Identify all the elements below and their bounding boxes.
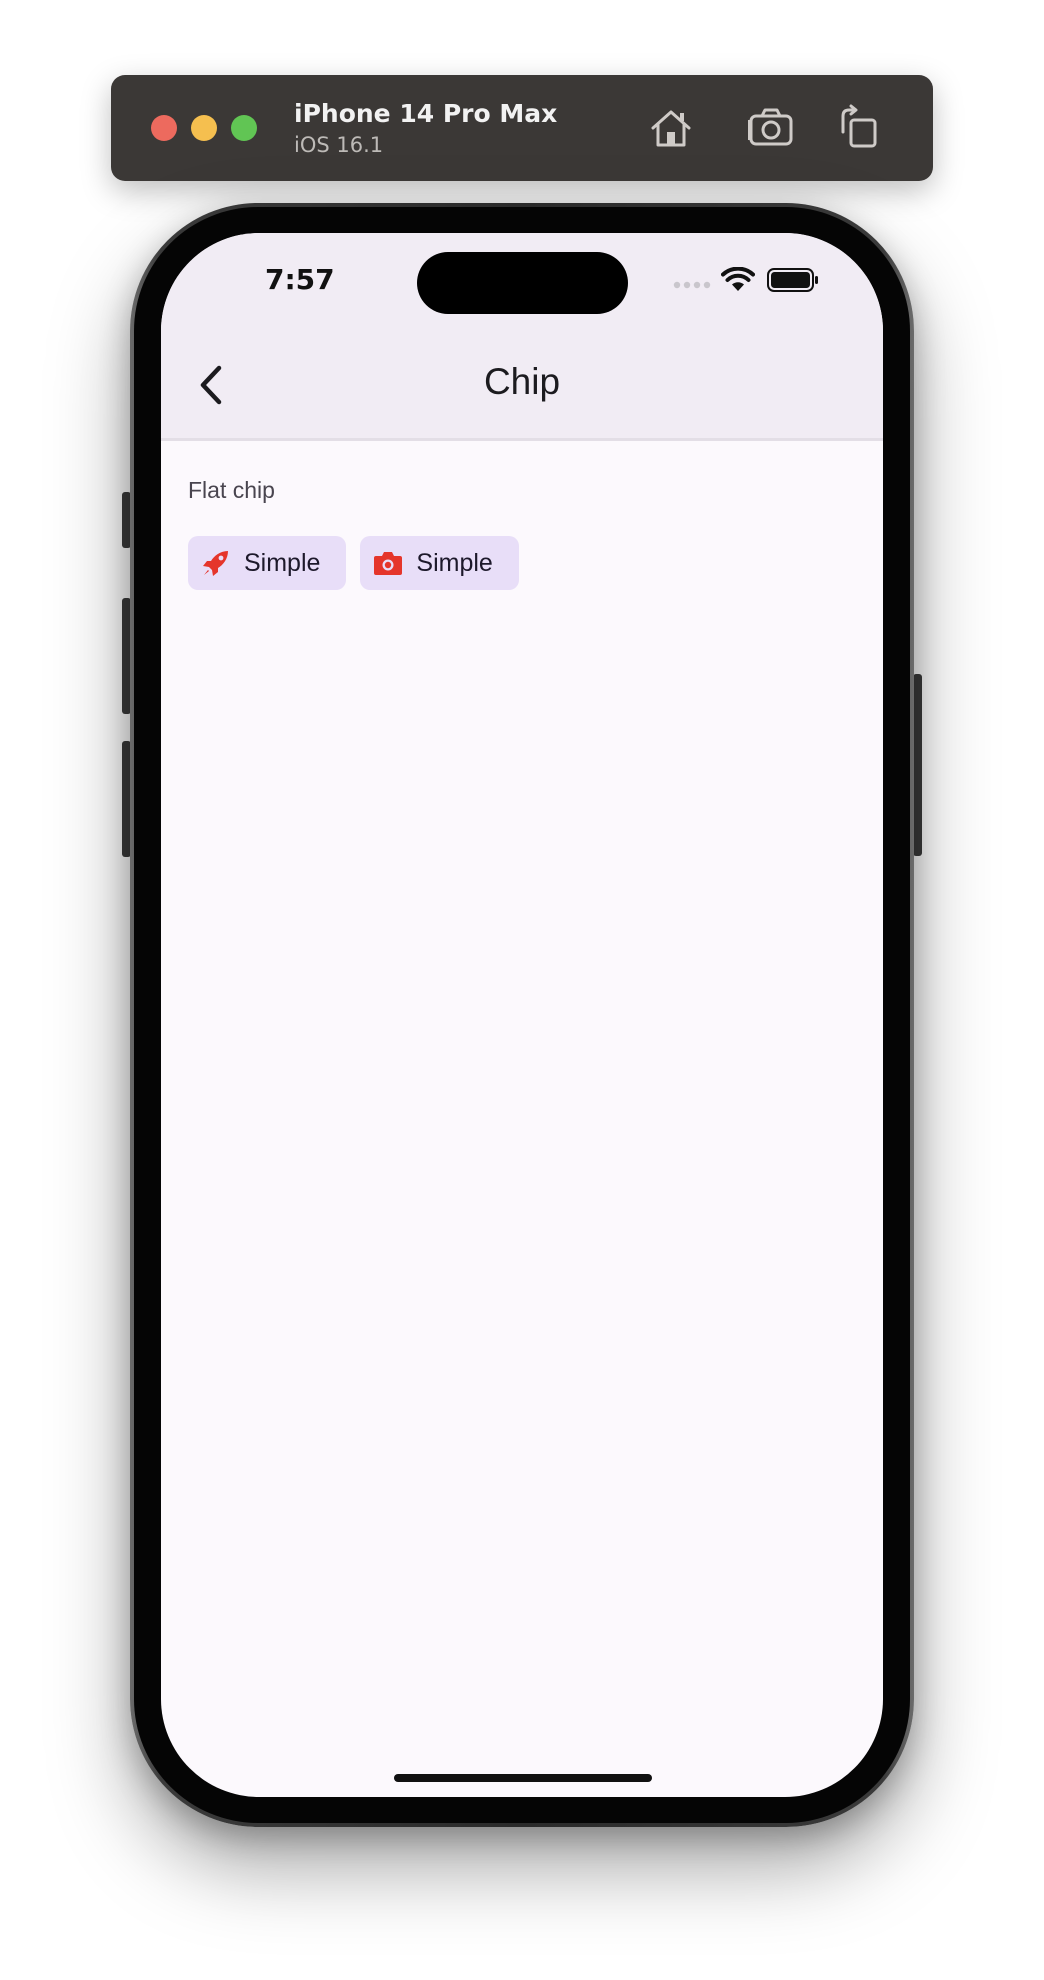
rotate-icon	[841, 104, 877, 148]
camera-icon	[748, 108, 793, 146]
rocket-icon	[200, 547, 232, 579]
chip-label: Simple	[244, 548, 321, 577]
chip-label: Simple	[416, 548, 493, 577]
simulator-toolbar: iPhone 14 Pro Max iOS 16.1	[111, 75, 933, 181]
phone-screen: Chip 7:57 Flat chip Simple Simple	[161, 233, 883, 1797]
chip-simple-rocket[interactable]: Simple	[188, 536, 347, 590]
status-time: 7:57	[265, 263, 335, 296]
home-indicator[interactable]	[394, 1774, 652, 1782]
section-label: Flat chip	[188, 477, 275, 503]
dynamic-island	[417, 252, 628, 314]
chip-simple-camera[interactable]: Simple	[360, 536, 519, 590]
page-title: Chip	[483, 361, 561, 402]
home-icon	[651, 110, 691, 147]
rotate-button[interactable]	[835, 104, 883, 152]
wifi-icon	[721, 267, 755, 291]
camera-icon	[372, 547, 404, 579]
home-button[interactable]	[647, 104, 695, 152]
screenshot-button[interactable]	[747, 104, 795, 152]
device-name: iPhone 14 Pro Max	[294, 99, 558, 128]
minimize-window-button[interactable]	[191, 115, 217, 141]
power-button	[913, 674, 922, 856]
signal-icon	[673, 281, 711, 289]
zoom-window-button[interactable]	[231, 115, 257, 141]
close-window-button[interactable]	[151, 115, 177, 141]
os-version: iOS 16.1	[294, 133, 384, 157]
battery-icon	[767, 268, 818, 292]
chip-row: Simple Simple	[188, 536, 519, 590]
